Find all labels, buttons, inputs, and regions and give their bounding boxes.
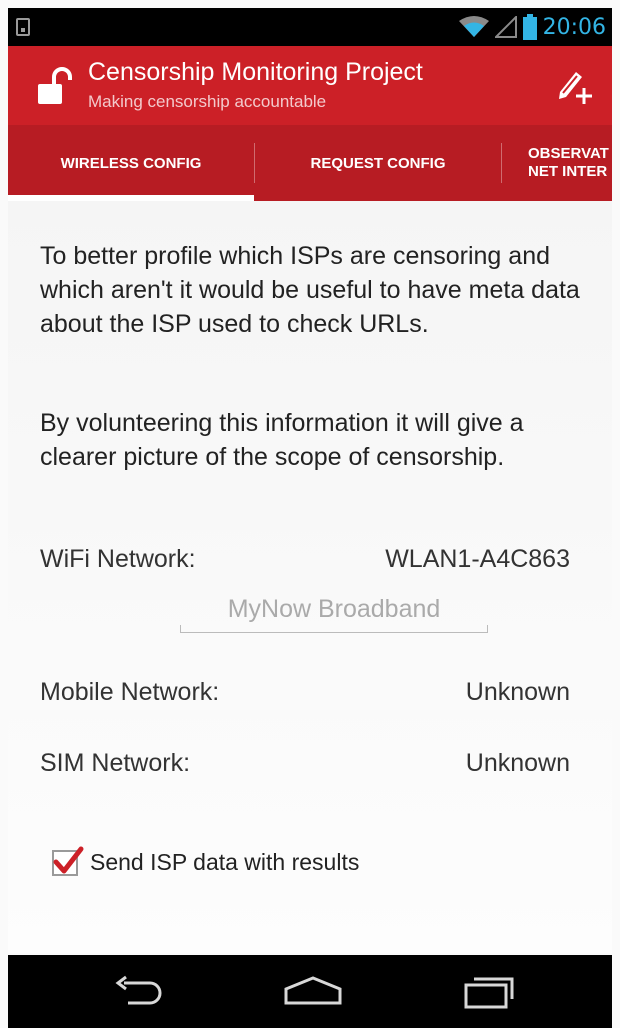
tab-label: REQUEST CONFIG <box>310 154 446 172</box>
tab-observatory[interactable]: OBSERVAT NET INTER <box>528 125 612 201</box>
isp-name-input[interactable] <box>180 587 488 633</box>
edit-add-icon[interactable] <box>554 64 594 108</box>
navigation-bar <box>8 955 612 1028</box>
volunteer-paragraph: By volunteering this information it will… <box>40 409 524 471</box>
tab-label-line2: NET INTER <box>528 163 608 180</box>
mobile-network-label: Mobile Network: <box>40 678 220 706</box>
unlocked-padlock-icon[interactable] <box>36 66 76 106</box>
input-underline-right <box>487 625 488 633</box>
tab-label: WIRELESS CONFIG <box>60 154 202 172</box>
wifi-network-label: WiFi Network: <box>40 545 196 573</box>
wireless-config-panel: To better profile which ISPs are censori… <box>8 201 612 953</box>
back-button[interactable] <box>103 969 173 1013</box>
tab-wireless-config[interactable]: WIRELESS CONFIG <box>8 125 254 201</box>
signal-icon <box>494 16 517 38</box>
recent-apps-button[interactable] <box>455 969 525 1013</box>
recent-apps-icon <box>464 977 514 1009</box>
app-subtitle: Making censorship accountable <box>88 92 327 111</box>
wifi-network-value: WLAN1-A4C863 <box>385 545 570 573</box>
send-isp-data-checkbox[interactable] <box>52 846 84 876</box>
wifi-icon <box>458 16 489 37</box>
home-button[interactable] <box>278 969 348 1013</box>
notification-icon <box>16 18 30 36</box>
input-underline-left <box>180 625 181 633</box>
tab-bar: WIRELESS CONFIG REQUEST CONFIG OBSERVAT … <box>8 125 612 201</box>
status-time: 20:06 <box>542 14 606 40</box>
home-icon <box>284 976 342 1005</box>
send-isp-data-option[interactable]: Send ISP data with results <box>52 846 359 876</box>
tab-label-line1: OBSERVAT <box>528 145 609 162</box>
status-bar: 20:06 <box>8 8 612 46</box>
sim-network-label: SIM Network: <box>40 749 191 777</box>
send-isp-data-label[interactable]: Send ISP data with results <box>90 849 359 876</box>
battery-icon <box>522 14 537 40</box>
app-title: Censorship Monitoring Project <box>88 58 423 86</box>
tab-request-config[interactable]: REQUEST CONFIG <box>255 125 501 201</box>
intro-paragraph: To better profile which ISPs are censori… <box>40 242 580 338</box>
tab-divider <box>501 143 502 183</box>
back-icon <box>115 975 162 1005</box>
mobile-network-value: Unknown <box>465 678 570 706</box>
check-mark-icon <box>53 846 84 873</box>
action-bar: Censorship Monitoring Project Making cen… <box>8 46 612 125</box>
tab-label-multiline: OBSERVAT NET INTER <box>528 145 609 181</box>
sim-network-value: Unknown <box>465 749 570 777</box>
